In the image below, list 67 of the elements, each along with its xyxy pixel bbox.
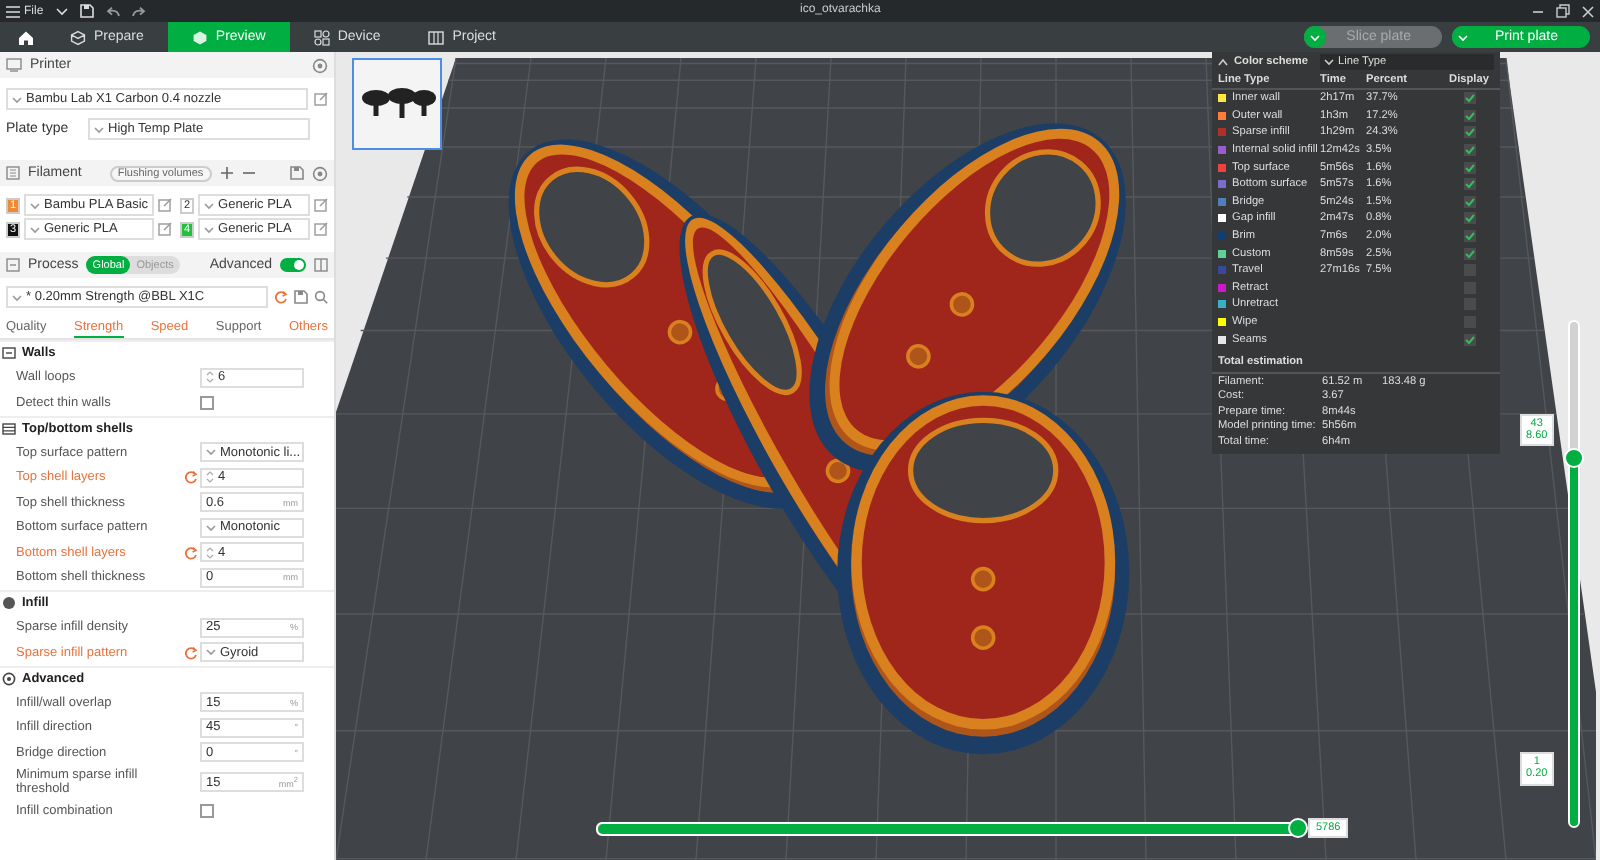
caret-icon (206, 648, 216, 657)
minimize-icon[interactable] (1532, 5, 1544, 17)
checked-checkbox[interactable] (1463, 195, 1475, 208)
circle-icon (2, 596, 16, 611)
spin-arrows-icon[interactable] (206, 545, 214, 560)
cube-icon (70, 29, 86, 45)
caret-icon (206, 523, 216, 532)
collapse-icon[interactable] (1218, 58, 1228, 66)
reset-icon[interactable] (183, 470, 197, 485)
add-icon[interactable] (219, 166, 234, 180)
caret-icon (94, 125, 104, 133)
caret-icon (30, 201, 40, 209)
check-icon (1463, 333, 1475, 346)
home-icon[interactable] (18, 29, 34, 45)
book-icon (428, 29, 445, 45)
reset-icon[interactable] (274, 290, 288, 304)
slider-handle[interactable] (1564, 448, 1584, 469)
caret-icon (12, 293, 22, 301)
reset-icon[interactable] (183, 645, 197, 660)
checked-checkbox[interactable] (1463, 333, 1475, 346)
checked-checkbox[interactable] (1463, 230, 1475, 243)
caret-icon[interactable] (55, 7, 68, 15)
caret-icon (12, 95, 22, 103)
restore-icon[interactable] (1556, 4, 1570, 18)
checked-checkbox[interactable] (1463, 247, 1475, 260)
caret-icon (1324, 58, 1334, 66)
printer-icon (6, 58, 22, 72)
spin-arrows-icon[interactable] (206, 370, 214, 385)
caret-icon (1458, 33, 1469, 41)
caret-icon (1310, 33, 1321, 41)
remove-icon[interactable] (241, 166, 256, 180)
cube-icon (191, 29, 208, 45)
redo-icon[interactable] (131, 5, 146, 17)
edit-icon[interactable] (314, 222, 328, 236)
checkbox[interactable] (200, 395, 214, 410)
plate-thumbnail[interactable] (352, 58, 442, 150)
layer-slider-track[interactable] (1568, 320, 1580, 828)
settings-icon[interactable] (312, 57, 328, 73)
compare-icon[interactable] (314, 258, 328, 272)
caret-icon (204, 201, 215, 209)
undo-icon[interactable] (105, 5, 120, 17)
edit-icon[interactable] (158, 198, 173, 212)
grid-icon (313, 29, 330, 45)
edit-icon[interactable] (314, 198, 328, 212)
close-icon[interactable] (1582, 5, 1594, 17)
advanced-switch[interactable] (280, 258, 306, 272)
edit-icon[interactable] (314, 92, 328, 106)
caret-icon (206, 448, 216, 457)
checked-checkbox[interactable] (1463, 92, 1475, 105)
checked-checkbox[interactable] (1463, 126, 1475, 139)
checked-checkbox[interactable] (1463, 109, 1475, 122)
spin-arrows-icon[interactable] (206, 470, 214, 485)
checked-checkbox[interactable] (1463, 144, 1475, 157)
checked-checkbox[interactable] (1463, 161, 1475, 174)
layers-icon (2, 421, 16, 436)
menu-icon (6, 5, 20, 17)
models-icon (357, 84, 437, 124)
gear-icon (2, 671, 16, 686)
reset-icon[interactable] (183, 545, 197, 560)
checked-checkbox[interactable] (1463, 178, 1475, 191)
checked-checkbox[interactable] (1463, 212, 1475, 225)
edit-icon[interactable] (158, 222, 173, 236)
checkbox[interactable] (200, 804, 214, 819)
search-icon[interactable] (314, 290, 328, 304)
settings-icon[interactable] (312, 165, 328, 181)
caret-icon (204, 225, 215, 233)
caret-icon (30, 225, 40, 233)
